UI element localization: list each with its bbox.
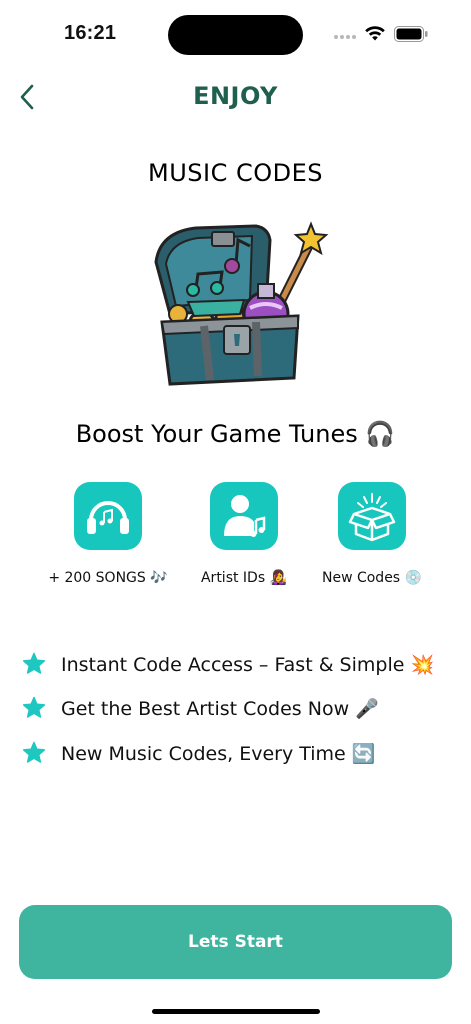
home-indicator — [152, 1009, 320, 1014]
feature-label: New Codes 💿 — [321, 570, 422, 586]
status-time: 16:21 — [64, 22, 117, 44]
headline: Boost Your Game Tunes 🎧 — [75, 420, 396, 448]
star-icon — [22, 652, 46, 674]
status-bar: 16:21 — [0, 0, 471, 70]
cellular-dots-icon — [334, 35, 356, 39]
star-icon — [22, 696, 46, 718]
open-box-icon — [338, 482, 406, 550]
bullet-text: Get the Best Artist Codes Now 🎤 — [61, 697, 379, 720]
nav-title: ENJOY — [193, 82, 278, 110]
dynamic-island — [168, 15, 303, 55]
artist-music-icon — [210, 482, 278, 550]
section-title: MUSIC CODES — [148, 159, 323, 187]
bullet-text: New Music Codes, Every Time 🔄 — [61, 742, 376, 765]
wifi-icon — [365, 26, 385, 41]
onboarding-screen: 16:21 ENJOY MUSIC CODES Boost Your Game … — [0, 0, 471, 1024]
feature-label: + 200 SONGS 🎶 — [48, 570, 168, 586]
star-icon — [22, 741, 46, 763]
bullet-item: Instant Code Access – Fast & Simple 💥 — [22, 650, 434, 678]
treasure-chest-illustration — [154, 221, 329, 386]
feature-new-codes: New Codes 💿 — [297, 482, 447, 586]
bullet-item: New Music Codes, Every Time 🔄 — [22, 739, 375, 767]
lets-start-button[interactable]: Lets Start — [19, 905, 452, 979]
battery-icon — [394, 26, 428, 42]
bullet-item: Get the Best Artist Codes Now 🎤 — [22, 694, 379, 722]
bullet-text: Instant Code Access – Fast & Simple 💥 — [61, 653, 435, 676]
feature-songs: + 200 SONGS 🎶 — [33, 482, 183, 586]
headphones-music-icon — [74, 482, 142, 550]
